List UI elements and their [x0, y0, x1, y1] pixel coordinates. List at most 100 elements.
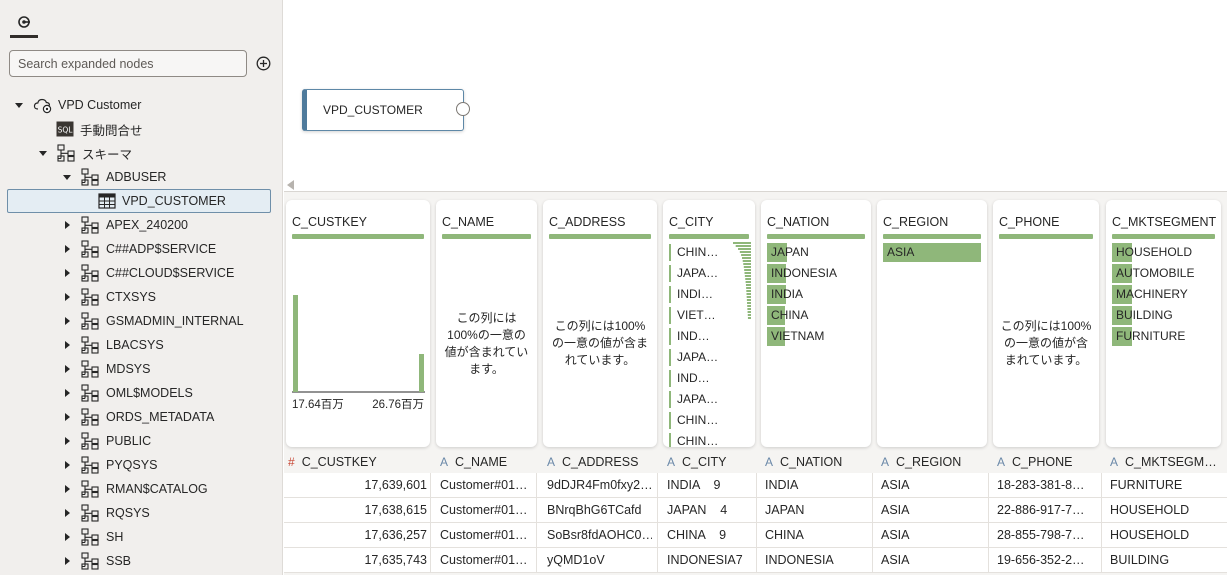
tree-node[interactable]: SQL 手動問合せ [55, 117, 143, 141]
tree-collapsed-caret-icon[interactable] [61, 315, 73, 327]
table-cell[interactable]: 18-283-381-8… [997, 478, 1097, 492]
tree-collapsed-caret-icon[interactable] [61, 363, 73, 375]
category-value-item[interactable]: FURNITURE [1112, 326, 1215, 347]
tree-collapsed-caret-icon[interactable] [61, 483, 73, 495]
tree-node[interactable]: スキーマ [37, 141, 132, 165]
tree-collapsed-caret-icon[interactable] [61, 459, 73, 471]
tree-node[interactable]: PYQSYS [61, 453, 157, 477]
tree-node[interactable]: LBACSYS [61, 333, 164, 357]
profile-card-c-name[interactable]: C_NAME この列には100%の一意の値が含まれています。 [436, 200, 537, 447]
tree-collapsed-caret-icon[interactable] [61, 219, 73, 231]
table-cell[interactable]: ASIA [881, 528, 986, 542]
category-value-item[interactable]: VIETNAM [767, 326, 865, 347]
tree-node[interactable]: PUBLIC [61, 429, 151, 453]
table-row[interactable]: 17,636,257 Customer#01… SoBsr8fdAOHC0… CHIN… [284, 523, 1227, 548]
tree-collapsed-caret-icon[interactable] [61, 243, 73, 255]
table-row[interactable]: 17,638,615 Customer#01… BNrqBhG6TCafd JAPAN… [284, 498, 1227, 523]
column-header-cname[interactable]: A C_NAME [440, 451, 541, 473]
table-cell[interactable]: INDIA 9 [667, 478, 747, 492]
table-row[interactable]: 17,635,743 Customer#01… yQMD1oV INDONESIA7 I… [284, 548, 1227, 573]
table-cell[interactable]: CHINA 9 [667, 528, 747, 542]
tree-node[interactable]: OML$MODELS [61, 381, 193, 405]
tree-node[interactable]: ADBUSER [61, 165, 166, 189]
diagram-canvas[interactable]: VPD_CUSTOMER [284, 0, 1227, 190]
tree-node[interactable]: C##ADP$SERVICE [61, 237, 216, 261]
tree-collapsed-caret-icon[interactable] [61, 555, 73, 567]
tree-collapsed-caret-icon[interactable] [61, 339, 73, 351]
category-value-item[interactable]: MACHINERY [1112, 284, 1215, 305]
tree-node[interactable]: APEX_240200 [61, 213, 188, 237]
table-cell[interactable]: SoBsr8fdAOHC0… [547, 528, 652, 542]
profile-card-c-custkey[interactable]: C_CUSTKEY 17.64百万 26.76百万 [286, 200, 430, 447]
table-cell[interactable]: ASIA [881, 478, 986, 492]
tree-collapsed-caret-icon[interactable] [61, 267, 73, 279]
profile-card-c-city[interactable]: C_CITY CHIN… JAPA… INDI… VIET… IND… JAPA… IND…… [663, 200, 755, 447]
table-row[interactable]: 17,639,601 Customer#01… 9dDJR4Fm0fxy2… INDI… [284, 473, 1227, 498]
table-cell[interactable]: CHINA [765, 528, 870, 542]
tree-node[interactable]: SSB [61, 549, 131, 573]
tree-collapsed-caret-icon[interactable] [61, 507, 73, 519]
region-value-list[interactable]: ASIA [883, 242, 981, 263]
category-value-item[interactable]: ASIA [883, 242, 981, 263]
column-header-cregion[interactable]: A C_REGION [881, 451, 991, 473]
tree-collapsed-caret-icon[interactable] [61, 531, 73, 543]
tree-node[interactable]: SH [61, 525, 123, 549]
tree-expanded-caret-icon[interactable] [13, 99, 25, 111]
table-cell[interactable]: Customer#01… [440, 503, 532, 517]
tree-node[interactable]: C##CLOUD$SERVICE [61, 261, 234, 285]
table-cell[interactable]: 17,638,615 [284, 503, 427, 517]
table-cell[interactable]: JAPAN 4 [667, 503, 747, 517]
profile-card-c-nation[interactable]: C_NATION JAPAN INDONESIA INDIA CHINA VIETNAM [761, 200, 871, 447]
table-cell[interactable]: BUILDING [1110, 553, 1220, 567]
table-node-vpd-customer[interactable]: VPD_CUSTOMER [302, 89, 464, 131]
category-value-item[interactable]: BUILDING [1112, 305, 1215, 326]
profile-card-c-phone[interactable]: C_PHONE この列には100%の一意の値が含まれています。 [993, 200, 1099, 447]
tree-node[interactable]: VPD_CUSTOMER [7, 189, 271, 213]
table-cell[interactable]: ASIA [881, 553, 986, 567]
tree-expanded-caret-icon[interactable] [37, 147, 49, 159]
tree-node[interactable]: ORDS_METADATA [61, 405, 214, 429]
category-value-item[interactable]: JAPAN [767, 242, 865, 263]
table-cell[interactable]: ASIA [881, 503, 986, 517]
table-cell[interactable]: 28-855-798-7… [997, 528, 1097, 542]
tree-node[interactable]: CTXSYS [61, 285, 156, 309]
node-output-port[interactable] [456, 102, 470, 116]
table-cell[interactable]: INDONESIA [765, 553, 870, 567]
category-value-item[interactable]: AUTOMOBILE [1112, 263, 1215, 284]
table-cell[interactable]: 17,635,743 [284, 553, 427, 567]
tree-node[interactable]: GSMADMIN_INTERNAL [61, 309, 244, 333]
table-cell[interactable]: Customer#01… [440, 478, 532, 492]
category-value-item[interactable]: INDONESIA [767, 263, 865, 284]
navigator-tab[interactable] [10, 6, 38, 38]
column-header-cphone[interactable]: A C_PHONE [997, 451, 1103, 473]
table-cell[interactable]: 9dDJR4Fm0fxy2… [547, 478, 652, 492]
nation-value-list[interactable]: JAPAN INDONESIA INDIA CHINA VIETNAM [767, 242, 865, 347]
tree-node[interactable]: RQSYS [61, 501, 150, 525]
tree-collapsed-caret-icon[interactable] [61, 435, 73, 447]
mktsegment-value-list[interactable]: HOUSEHOLD AUTOMOBILE MACHINERY BUILDING FURN… [1112, 242, 1215, 347]
add-button[interactable] [254, 54, 272, 72]
table-cell[interactable]: yQMD1oV [547, 553, 652, 567]
table-cell[interactable]: JAPAN [765, 503, 870, 517]
tree-node[interactable]: RMAN$CATALOG [61, 477, 208, 501]
category-value-item[interactable]: INDIA [767, 284, 865, 305]
table-cell[interactable]: 22-886-917-7… [997, 503, 1097, 517]
column-header-ccity[interactable]: A C_CITY [667, 451, 759, 473]
column-header-ccustkey[interactable]: # C_CUSTKEY [288, 451, 432, 473]
table-cell[interactable]: HOUSEHOLD [1110, 503, 1220, 517]
table-cell[interactable]: Customer#01… [440, 553, 532, 567]
tree-node[interactable]: MDSYS [61, 357, 150, 381]
tree-collapsed-caret-icon[interactable] [61, 387, 73, 399]
collapse-panel-arrow-icon[interactable] [287, 180, 295, 190]
column-header-cmktsegm[interactable]: A C_MKTSEGM… [1110, 451, 1225, 473]
profile-card-c-address[interactable]: C_ADDRESS この列には100%の一意の値が含まれています。 [543, 200, 657, 447]
profile-card-c-region[interactable]: C_REGION ASIA [877, 200, 987, 447]
table-cell[interactable]: FURNITURE [1110, 478, 1220, 492]
category-value-item[interactable]: HOUSEHOLD [1112, 242, 1215, 263]
table-cell[interactable]: 17,639,601 [284, 478, 427, 492]
column-header-cnation[interactable]: A C_NATION [765, 451, 875, 473]
tree-collapsed-caret-icon[interactable] [61, 411, 73, 423]
tree-expanded-caret-icon[interactable] [61, 171, 73, 183]
category-value-item[interactable]: CHINA [767, 305, 865, 326]
tree-node[interactable]: VPD Customer [13, 93, 141, 117]
